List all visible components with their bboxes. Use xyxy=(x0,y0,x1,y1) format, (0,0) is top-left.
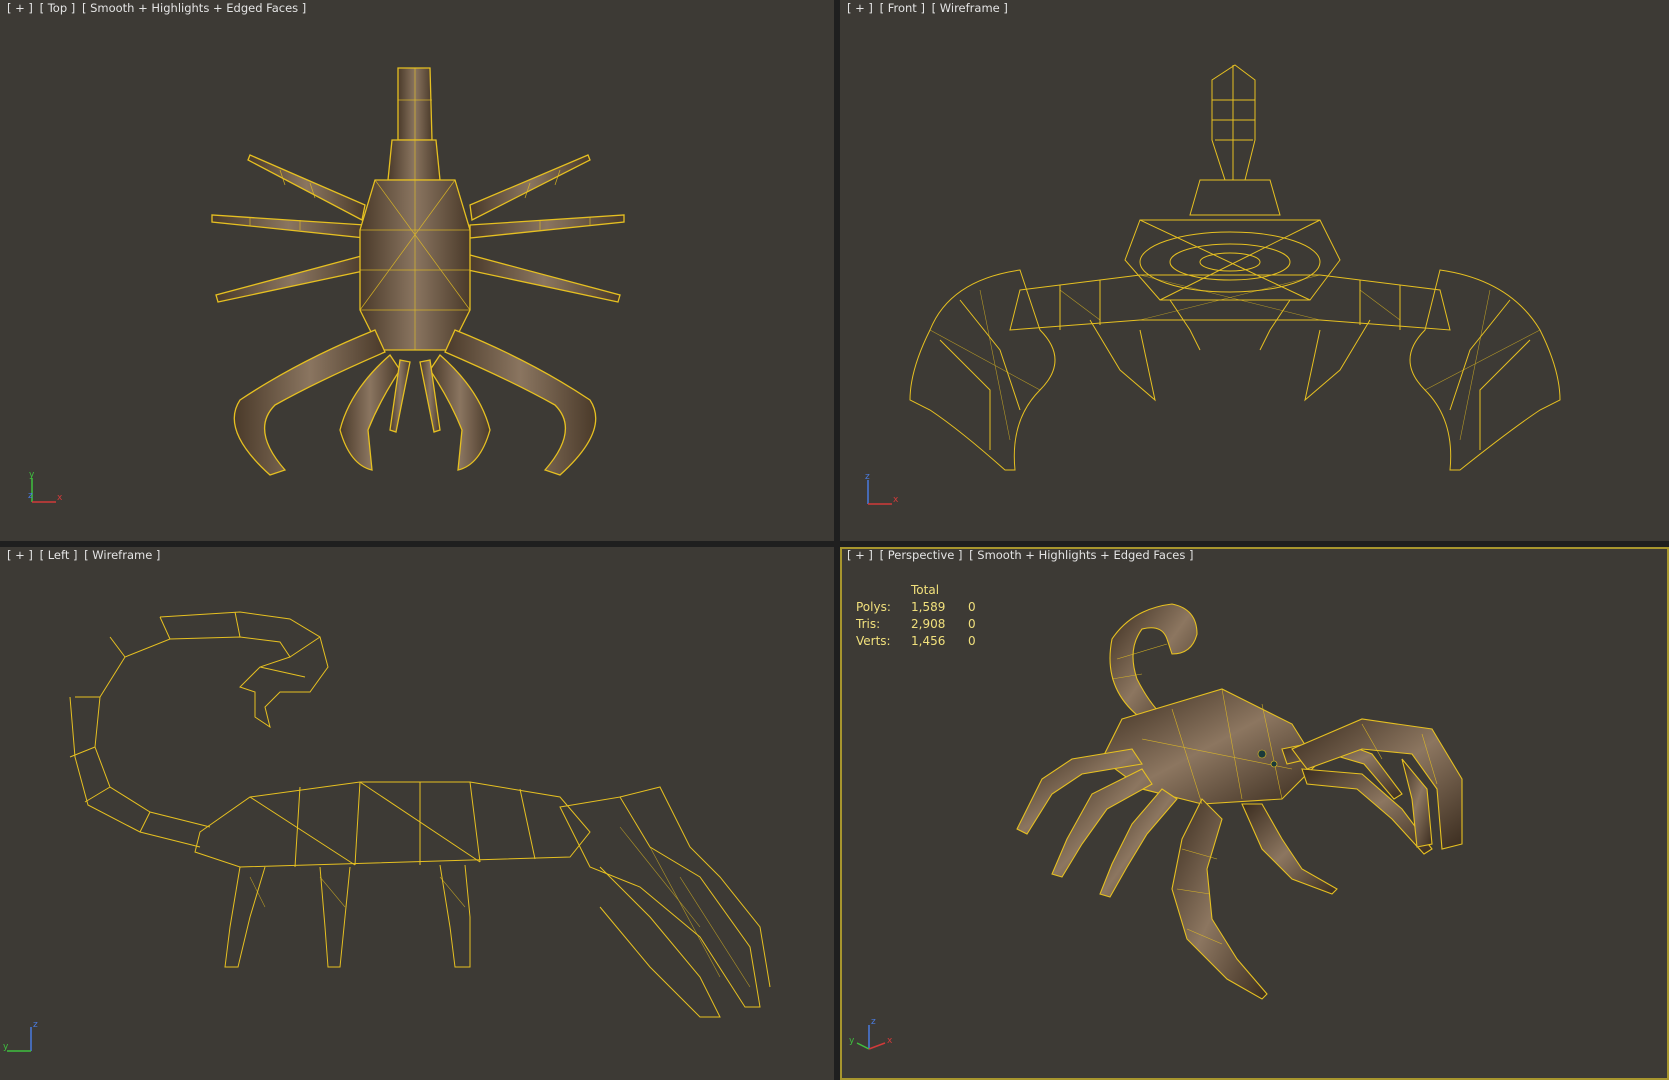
scorpion-left-wireframe xyxy=(69,611,771,1018)
axis-tripod-icon: y z x xyxy=(28,470,63,503)
axis-tripod-icon: z y xyxy=(3,1020,38,1052)
axis-z-label: z xyxy=(871,1017,876,1027)
axis-tripod-icon: z x xyxy=(865,472,899,505)
axis-z-label: z xyxy=(28,491,33,501)
viewport-perspective[interactable]: [ + ] [ Perspective ] [ Smooth + Highlig… xyxy=(840,547,1669,1080)
viewport-top[interactable]: [ + ] [ Top ] [ Smooth + Highlights + Ed… xyxy=(0,0,834,541)
axis-y-label: y xyxy=(3,1042,9,1052)
axis-x-label: x xyxy=(893,495,899,505)
viewport-front[interactable]: [ + ] [ Front ] [ Wireframe ] z x xyxy=(840,0,1669,541)
scorpion-perspective-render xyxy=(1016,603,1463,1000)
scorpion-top-render xyxy=(211,67,625,476)
axis-x-label: x xyxy=(887,1036,893,1046)
viewport-left[interactable]: [ + ] [ Left ] [ Wireframe ] z y xyxy=(0,547,834,1080)
axis-z-label: z xyxy=(33,1020,38,1030)
axis-z-label: z xyxy=(865,472,870,482)
axis-y-label: y xyxy=(849,1036,855,1046)
axis-tripod-icon: z y x xyxy=(849,1017,893,1050)
axis-x-label: x xyxy=(57,493,63,503)
axis-y-label: y xyxy=(29,470,35,480)
scorpion-front-wireframe xyxy=(909,64,1561,471)
